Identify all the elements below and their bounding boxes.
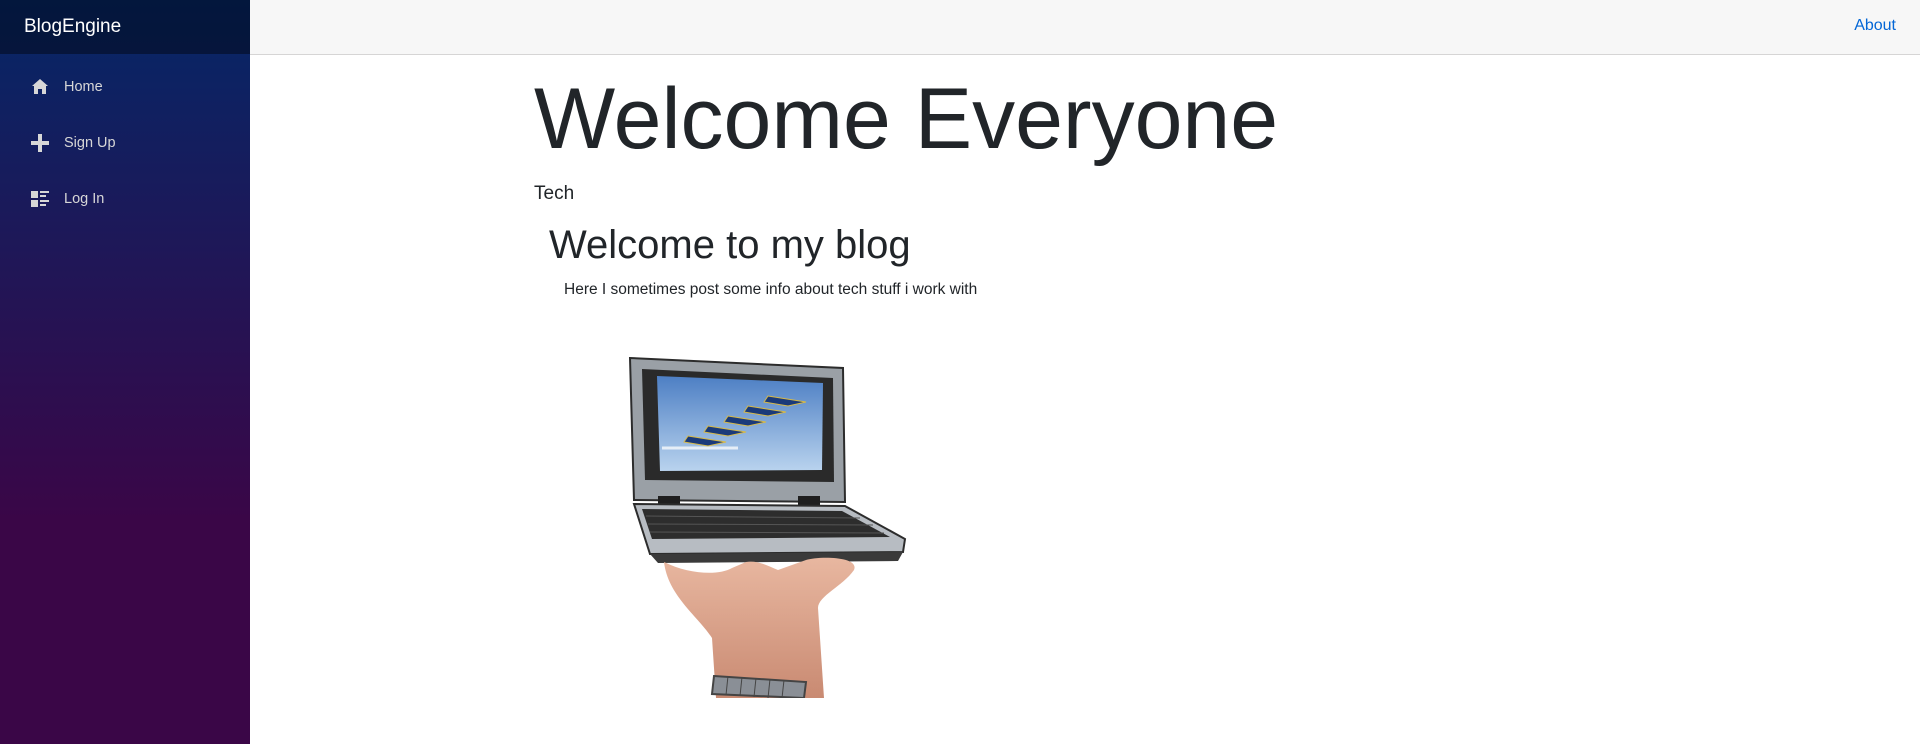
plus-icon	[30, 133, 50, 153]
main-content: Welcome Everyone Tech Welcome to my blog…	[534, 71, 1434, 699]
post-body: Here I sometimes post some info about te…	[564, 280, 978, 298]
page-title: Welcome Everyone	[534, 71, 1279, 167]
list-rich-icon	[30, 189, 50, 209]
home-icon	[30, 77, 50, 97]
sidebar-item-label: Sign Up	[64, 135, 116, 151]
sidebar-item-label: Log In	[64, 191, 105, 207]
blog-post: Welcome to my blog Here I sometimes post…	[549, 222, 1434, 699]
about-link[interactable]: About	[1854, 17, 1896, 35]
laptop-on-hand-image	[628, 356, 918, 699]
top-bar: About	[250, 0, 1920, 55]
post-title: Welcome to my blog	[549, 222, 911, 267]
sidebar-item-label: Home	[64, 79, 103, 95]
sidebar-item-home[interactable]: Home	[16, 64, 234, 110]
sidebar-nav: Home Sign Up Log In	[0, 54, 250, 222]
brand-bar: BlogEngine	[0, 0, 250, 54]
sidebar: BlogEngine Home Sign Up Log In	[0, 0, 250, 744]
sidebar-item-sign-up[interactable]: Sign Up	[16, 120, 234, 166]
brand-link[interactable]: BlogEngine	[24, 16, 121, 38]
category-label: Tech	[534, 182, 575, 204]
sidebar-item-log-in[interactable]: Log In	[16, 176, 234, 222]
